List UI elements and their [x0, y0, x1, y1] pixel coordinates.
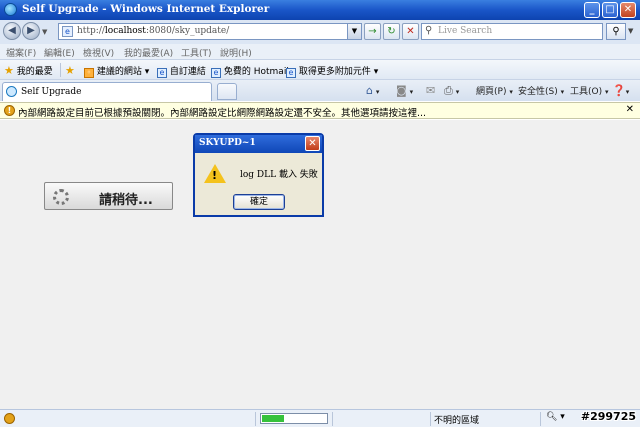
dialog-title: SKYUPD~1 — [199, 138, 256, 148]
menu-bar: 檔案(F) 編輯(E) 檢視(V) 我的最愛(A) 工具(T) 說明(H) — [0, 44, 640, 60]
hotmail-label: 免費的 Hotmail — [223, 67, 289, 77]
search-options-dropdown-icon[interactable]: ▼ — [628, 27, 633, 35]
page-load-progress — [260, 413, 328, 424]
progress-fill — [262, 415, 284, 422]
divider — [430, 412, 431, 426]
ie-page-icon: e — [157, 68, 167, 78]
page-menu-label: 網頁(P) — [476, 87, 507, 97]
information-bar[interactable]: ! 內部網路設定目前已根據預設關閉。內部網路設定比網際網路設定還不安全。其他選項… — [0, 102, 640, 119]
address-toolbar: ◀ ▶ ▼ e http://localhost:8080/sky_update… — [0, 20, 640, 44]
favorites-bar: ★ 我的最愛 ★ ◦ 建議的網站 ▾ e 自訂連結 e 免費的 Hotmail … — [0, 60, 640, 80]
tools-menu-label: 工具(O) — [570, 87, 603, 97]
menu-edit[interactable]: 編輯(E) — [44, 46, 75, 59]
tab-self-upgrade[interactable]: Self Upgrade — [2, 82, 212, 101]
new-tab-button[interactable] — [217, 83, 237, 100]
window-titlebar: Self Upgrade - Windows Internet Explorer… — [0, 0, 640, 20]
refresh-button[interactable]: ↻ — [383, 23, 400, 40]
favorites-label: 我的最愛 — [16, 67, 53, 77]
zoom-control[interactable]: 🔍︎ ▾ — [546, 412, 565, 422]
suggested-sites-icon: ◦ — [84, 68, 94, 78]
address-url[interactable]: http://localhost:8080/sky_update/ — [77, 26, 229, 36]
forward-button[interactable]: ▶ — [22, 22, 40, 40]
add-star-icon: ★ — [65, 64, 75, 77]
address-dropdown-icon[interactable]: ▼ — [347, 24, 361, 39]
dialog-message: log DLL 載入 失敗 — [240, 170, 318, 180]
custom-links-label: 自訂連結 — [169, 67, 206, 77]
feeds-button[interactable]: ◙ ▾ — [396, 84, 413, 97]
ok-button[interactable]: 確定 — [233, 194, 285, 210]
mail-button[interactable]: ✉ — [426, 84, 435, 97]
security-zone-label[interactable]: 不明的區域 — [434, 413, 479, 426]
close-infobar-icon[interactable]: ✕ — [626, 104, 634, 115]
more-addons-label: 取得更多附加元件 ▾ — [298, 67, 379, 77]
history-dropdown-icon[interactable]: ▼ — [42, 28, 47, 36]
dialog-close-button[interactable]: ✕ — [305, 136, 320, 151]
tab-page-icon — [6, 86, 17, 97]
suggested-sites-button[interactable]: ◦ 建議的網站 ▾ — [84, 64, 149, 78]
ie-logo-icon — [4, 3, 17, 16]
tab-bar: Self Upgrade ⌂ ▾ ◙ ▾ ✉ ⎙ ▾ 網頁(P) ▾ 安全性(S… — [0, 80, 640, 101]
star-icon: ★ — [4, 64, 14, 77]
status-bar: 不明的區域 🔍︎ ▾ — [0, 409, 640, 427]
tools-menu-button[interactable]: 工具(O) ▾ — [570, 84, 609, 97]
mail-icon: ✉ — [426, 84, 436, 97]
dialog-titlebar[interactable]: SKYUPD~1 ✕ — [195, 135, 322, 153]
add-favorite-icon[interactable]: ★ — [65, 64, 75, 77]
maximize-button[interactable]: □ — [602, 2, 618, 18]
suggested-sites-label: 建議的網站 ▾ — [96, 67, 150, 77]
compatibility-button[interactable]: → — [364, 23, 381, 40]
information-bar-message[interactable]: 內部網路設定目前已根據預設關閉。內部網路設定比網際網路設定還不安全。其他選項請按… — [18, 105, 426, 119]
menu-view[interactable]: 檢視(V) — [83, 46, 114, 59]
zoom-icon: 🔍︎ — [546, 412, 558, 422]
search-icon[interactable]: ⚲ — [606, 23, 626, 40]
home-button[interactable]: ⌂ ▾ — [366, 84, 379, 97]
search-placeholder: Live Search — [438, 26, 493, 36]
help-icon: ❓ — [612, 84, 626, 97]
divider — [60, 63, 61, 77]
help-button[interactable]: ❓▾ — [612, 84, 629, 97]
safety-menu-label: 安全性(S) — [518, 87, 558, 97]
home-icon: ⌂ — [366, 84, 373, 97]
page-icon: e — [62, 26, 73, 37]
live-search-icon: ⚲ — [425, 25, 433, 36]
menu-help[interactable]: 說明(H) — [220, 46, 252, 59]
page-menu-button[interactable]: 網頁(P) ▾ — [476, 84, 513, 97]
safety-menu-button[interactable]: 安全性(S) ▾ — [518, 84, 564, 97]
status-warning-icon — [4, 413, 15, 424]
minimize-button[interactable]: _ — [584, 2, 600, 18]
hotmail-link[interactable]: e 免費的 Hotmail — [211, 64, 289, 78]
custom-links-link[interactable]: e 自訂連結 — [157, 64, 206, 78]
menu-favorites[interactable]: 我的最愛(A) — [124, 46, 173, 59]
close-window-button[interactable]: ✕ — [620, 2, 636, 18]
loading-spinner-icon — [53, 189, 69, 205]
alert-dialog: SKYUPD~1 ✕ ! log DLL 載入 失敗 確定 — [193, 133, 324, 217]
printer-icon: ⎙ — [444, 84, 453, 97]
divider — [332, 412, 333, 426]
print-button[interactable]: ⎙ ▾ — [444, 84, 459, 98]
window-title: Self Upgrade - Windows Internet Explorer — [22, 3, 270, 15]
menu-file[interactable]: 檔案(F) — [6, 46, 36, 59]
please-wait-box: 請稍待... — [44, 182, 173, 210]
divider — [540, 412, 541, 426]
warning-exclamation-icon: ! — [212, 169, 218, 182]
watermark-text: #299725 — [580, 410, 636, 423]
ie-page-icon: e — [211, 68, 221, 78]
address-input[interactable]: e http://localhost:8080/sky_update/ ▼ — [58, 23, 362, 40]
search-box[interactable]: ⚲ Live Search — [421, 23, 603, 40]
shield-warning-icon: ! — [4, 105, 15, 116]
please-wait-text: 請稍待... — [99, 193, 153, 208]
tab-label: Self Upgrade — [21, 87, 82, 97]
divider — [255, 412, 256, 426]
favorites-button[interactable]: ★ 我的最愛 — [4, 64, 53, 77]
more-addons-link[interactable]: e 取得更多附加元件 ▾ — [286, 64, 378, 78]
rss-feed-icon: ◙ — [396, 84, 407, 97]
back-button[interactable]: ◀ — [3, 22, 21, 40]
ie-page-icon: e — [286, 68, 296, 78]
stop-button[interactable]: ✕ — [402, 23, 419, 40]
menu-tools[interactable]: 工具(T) — [181, 46, 212, 59]
